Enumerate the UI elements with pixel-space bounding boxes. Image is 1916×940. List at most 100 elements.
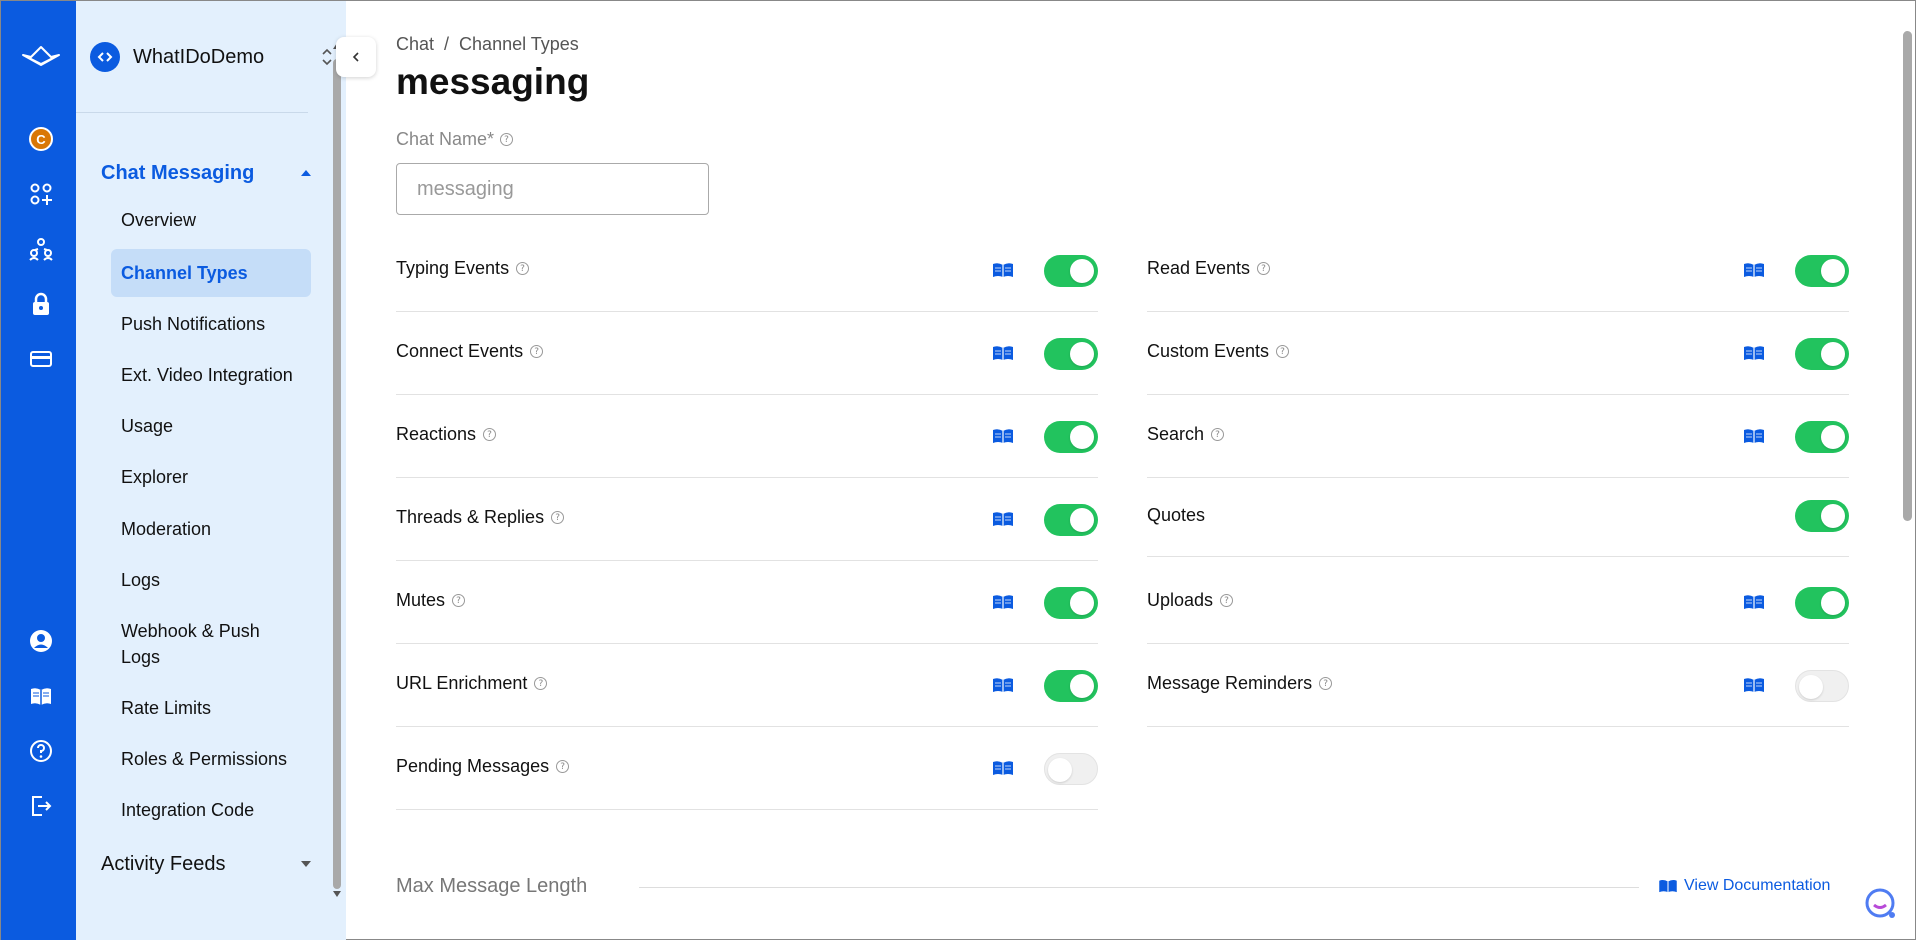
setting-label: Message Reminders (1147, 673, 1313, 693)
sidebar-item-label: Webhook & Push Logs (121, 621, 260, 667)
sidebar-item-label: Logs (121, 570, 161, 590)
setting-row-reactions: Reactions? (396, 395, 1098, 478)
setting-label: Uploads (1147, 590, 1214, 610)
sidebar-scrollbar[interactable] (331, 41, 343, 940)
toggle-url-enrichment[interactable] (1044, 670, 1098, 702)
toggle-uploads[interactable] (1795, 587, 1849, 619)
support-chat-icon[interactable] (1862, 885, 1898, 921)
toggle-pending-messages[interactable] (1044, 753, 1098, 785)
lock-icon[interactable] (23, 286, 59, 322)
help-icon[interactable]: ? (1220, 594, 1234, 607)
page-scrollbar[interactable] (1899, 1, 1915, 940)
logout-icon[interactable] (23, 788, 59, 824)
setting-row-custom-events: Custom Events? (1147, 312, 1849, 395)
org-switcher[interactable]: WhatIDoDemo (90, 39, 334, 75)
help-icon[interactable]: ? (500, 133, 514, 146)
documentation-book-icon[interactable] (992, 345, 1014, 361)
help-icon[interactable]: ? (556, 760, 570, 773)
help-icon[interactable]: ? (1319, 677, 1333, 690)
help-question-icon[interactable] (23, 733, 59, 769)
sidebar-item-label: Push Notifications (121, 314, 266, 334)
toggle-reactions[interactable] (1044, 421, 1098, 453)
page-scroll-thumb[interactable] (1903, 31, 1912, 521)
stream-logo-icon[interactable] (21, 39, 61, 75)
documentation-book-icon[interactable] (992, 594, 1014, 610)
documentation-book-icon[interactable] (992, 511, 1014, 527)
documentation-book-icon[interactable] (992, 760, 1014, 776)
organization-icon[interactable] (23, 231, 59, 267)
setting-label: Search (1147, 424, 1205, 444)
setting-row-search: Search? (1147, 395, 1849, 478)
view-documentation-text: View Documentation (1684, 877, 1831, 894)
documentation-book-icon[interactable] (992, 262, 1014, 278)
help-icon[interactable]: ? (1211, 428, 1225, 441)
sidebar-item-channel-types[interactable]: Channel Types (111, 249, 311, 297)
toggle-quotes[interactable] (1795, 500, 1849, 532)
setting-row-typing-events: Typing Events? (396, 229, 1098, 312)
help-icon[interactable]: ? (551, 511, 565, 524)
toggle-knob (1821, 425, 1845, 449)
toggle-connect-events[interactable] (1044, 338, 1098, 370)
toggle-knob (1070, 259, 1094, 283)
help-icon[interactable]: ? (452, 594, 466, 607)
setting-label-wrap: URL Enrichment? (396, 673, 548, 694)
sidebar-item-ext-video-integration[interactable]: Ext. Video Integration (111, 362, 311, 388)
section-chat-messaging[interactable]: Chat Messaging (101, 156, 311, 190)
sidebar-item-integration-code[interactable]: Integration Code (111, 797, 311, 823)
help-icon[interactable]: ? (534, 677, 548, 690)
toggle-message-reminders[interactable] (1795, 670, 1849, 702)
toggle-knob (1821, 342, 1845, 366)
breadcrumb: Chat / Channel Types (396, 34, 579, 55)
setting-label: Mutes (396, 590, 446, 610)
profile-icon[interactable] (23, 623, 59, 659)
toggle-typing-events[interactable] (1044, 255, 1098, 287)
toggle-read-events[interactable] (1795, 255, 1849, 287)
documentation-book-icon[interactable] (1743, 428, 1765, 444)
documentation-book-icon[interactable] (1743, 677, 1765, 693)
documentation-book-icon[interactable] (992, 677, 1014, 693)
view-documentation-link[interactable]: View Documentation (1658, 877, 1830, 895)
sidebar-item-logs[interactable]: Logs (111, 567, 311, 593)
toggle-custom-events[interactable] (1795, 338, 1849, 370)
app-window: C WhatIDoDemo Chat Messaging Overview Ch… (0, 0, 1916, 940)
chat-name-input[interactable] (396, 163, 709, 215)
documentation-book-icon[interactable] (992, 428, 1014, 444)
documentation-book-icon[interactable] (1743, 345, 1765, 361)
sidebar-item-explorer[interactable]: Explorer (111, 464, 311, 490)
sidebar-item-webhook-push-logs[interactable]: Webhook & Push Logs (111, 617, 301, 671)
sidebar-item-label: Moderation (121, 519, 212, 539)
account-avatar[interactable]: C (23, 121, 59, 157)
section-activity-feeds[interactable]: Activity Feeds (101, 847, 311, 881)
toggle-search[interactable] (1795, 421, 1849, 453)
sidebar-scroll-thumb[interactable] (333, 59, 341, 889)
sidebar-item-overview[interactable]: Overview (111, 207, 311, 233)
documentation-book-icon[interactable] (23, 678, 59, 714)
toggle-knob (1821, 591, 1845, 615)
toggle-threads-and-replies[interactable] (1044, 504, 1098, 536)
apps-icon[interactable] (23, 176, 59, 212)
help-icon[interactable]: ? (483, 428, 497, 441)
breadcrumb-chat-link[interactable]: Chat (396, 34, 434, 55)
setting-row-pending-messages: Pending Messages? (396, 727, 1098, 810)
sidebar-divider (76, 112, 308, 113)
sidebar-item-usage[interactable]: Usage (111, 413, 311, 439)
sidebar-item-roles-permissions[interactable]: Roles & Permissions (111, 746, 311, 772)
billing-card-icon[interactable] (23, 341, 59, 377)
help-icon[interactable]: ? (1257, 262, 1271, 275)
sidebar-item-moderation[interactable]: Moderation (111, 516, 311, 542)
help-icon[interactable]: ? (530, 345, 544, 358)
scroll-down-arrow-icon[interactable] (333, 891, 341, 897)
documentation-book-icon[interactable] (1743, 594, 1765, 610)
sidebar-item-label: Channel Types (121, 263, 248, 283)
setting-label-wrap: Custom Events? (1147, 341, 1290, 362)
help-icon[interactable]: ? (516, 262, 530, 275)
setting-row-url-enrichment: URL Enrichment? (396, 644, 1098, 727)
help-icon[interactable]: ? (1276, 345, 1290, 358)
documentation-book-icon[interactable] (1743, 262, 1765, 278)
sidebar-item-push-notifications[interactable]: Push Notifications (111, 311, 311, 337)
breadcrumb-current: Channel Types (459, 34, 579, 54)
sidebar-item-rate-limits[interactable]: Rate Limits (111, 695, 311, 721)
icon-rail: C (1, 1, 76, 940)
toggle-mutes[interactable] (1044, 587, 1098, 619)
max-message-length-label: Max Message Length (396, 875, 588, 897)
